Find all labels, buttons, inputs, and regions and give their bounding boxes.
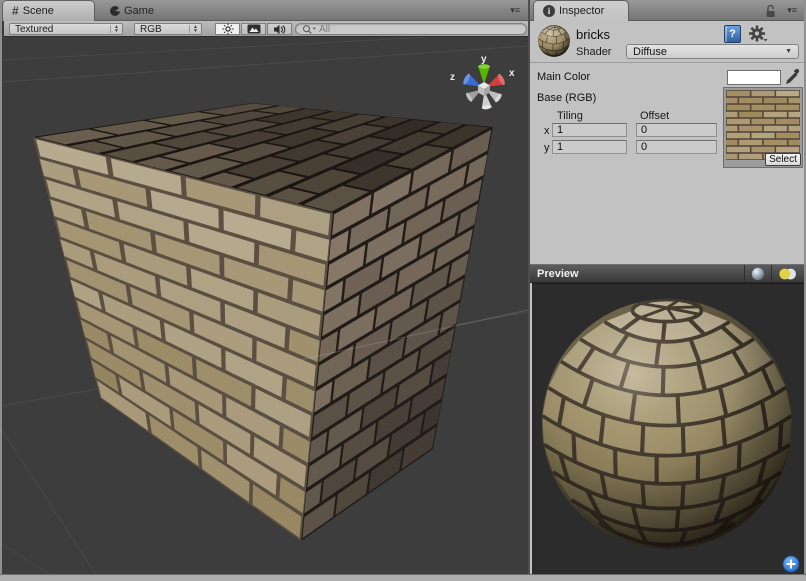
main-color-label: Main Color [537, 71, 590, 83]
tiling-row-x-label: x [544, 125, 550, 137]
scene-panel-menu-icon[interactable]: ▾≡ [510, 6, 520, 15]
preview-title: Preview [530, 268, 579, 280]
preview-header[interactable]: Preview [530, 264, 804, 283]
tab-scene[interactable]: # Scene [2, 0, 95, 21]
gizmo-z-label: z [450, 72, 455, 83]
info-icon: i [543, 5, 555, 17]
add-button[interactable] [782, 555, 800, 573]
sphere-icon [751, 267, 765, 281]
brick-texture-image [726, 90, 800, 160]
window-border-bottom [0, 574, 806, 581]
preview-area[interactable] [532, 283, 804, 574]
draw-mode-dropdown[interactable]: Textured ▲▼ [9, 23, 123, 35]
tiling-header: Tiling [557, 110, 583, 122]
material-name: bricks [576, 27, 610, 42]
gear-menu-button[interactable] [748, 25, 768, 43]
inspector-panel-menu-icon[interactable]: ▾≡ [787, 6, 797, 15]
scene-panel: # Scene Game ▾≡ Textured ▲▼ RGB ▲▼ [2, 0, 528, 574]
shader-value: Diffuse [633, 46, 667, 58]
gizmo-y-label: y [481, 54, 487, 65]
orientation-gizmo[interactable]: y x z [446, 51, 522, 127]
eyedropper-icon[interactable] [785, 67, 801, 85]
shader-label: Shader [576, 46, 611, 58]
scene-grid-icon: # [12, 4, 19, 18]
unity-editor-window: # Scene Game ▾≡ Textured ▲▼ RGB ▲▼ [0, 0, 806, 581]
texture-select-button[interactable]: Select [765, 153, 801, 166]
material-sphere-icon [537, 24, 571, 58]
shader-dropdown[interactable]: Diffuse ▼ [626, 44, 799, 59]
offset-y-field[interactable]: 0 [636, 140, 717, 154]
scene-search-input[interactable]: All [295, 23, 527, 35]
preview-mesh-button[interactable] [744, 265, 771, 282]
lighting-toggle-button[interactable] [215, 23, 240, 35]
color-mode-value: RGB [140, 24, 162, 35]
tiling-y-field[interactable]: 1 [552, 140, 627, 154]
scene-viewport[interactable]: y x z [2, 37, 528, 574]
preview-lighting-button[interactable] [771, 265, 804, 282]
tab-inspector-label: Inspector [559, 5, 604, 17]
tiling-row-y-label: y [544, 142, 550, 154]
gizmo-x-label: x [509, 68, 515, 79]
search-icon [302, 24, 317, 35]
gizmo-y-cone[interactable] [478, 64, 490, 84]
main-color-swatch[interactable] [727, 70, 781, 85]
gear-dropdown-caret [764, 39, 768, 42]
base-texture-thumbnail[interactable]: Select [723, 87, 803, 168]
header-separator [530, 62, 804, 63]
help-button[interactable]: ? [724, 25, 741, 43]
material-header: bricks Shader Diffuse ▼ ? [530, 21, 804, 62]
audio-toggle-button[interactable] [267, 23, 292, 35]
offset-x-field[interactable]: 0 [636, 123, 717, 137]
speaker-icon [273, 24, 286, 35]
inspector-panel: i Inspector ▾≡ bricks Shader Diffuse ▼ ? [530, 0, 804, 574]
updown-arrows-icon: ▲▼ [189, 25, 201, 33]
skybox-toggle-button[interactable] [241, 23, 266, 35]
scene-tabbar: # Scene Game ▾≡ [2, 0, 528, 21]
offset-header: Offset [640, 110, 669, 122]
tab-inspector[interactable]: i Inspector [533, 0, 629, 21]
inspector-tabbar: i Inspector ▾≡ [530, 0, 804, 21]
game-icon [110, 6, 120, 16]
base-rgb-label: Base (RGB) [537, 92, 596, 104]
preview-sphere [532, 284, 804, 575]
help-question-icon: ? [729, 28, 736, 40]
updown-arrows-icon: ▲▼ [110, 25, 122, 33]
lights-icon [778, 267, 798, 281]
search-placeholder: All [319, 24, 330, 35]
draw-mode-value: Textured [15, 24, 53, 35]
image-icon [247, 24, 261, 34]
window-border-left [0, 0, 2, 574]
lock-icon[interactable] [764, 4, 777, 18]
tab-scene-label: Scene [23, 5, 54, 17]
tiling-x-field[interactable]: 1 [552, 123, 627, 137]
chevron-down-icon: ▼ [785, 48, 798, 55]
gizmo-center-cube[interactable] [478, 82, 490, 96]
scene-toolbar: Textured ▲▼ RGB ▲▼ [4, 21, 530, 37]
tab-game-label: Game [124, 5, 154, 17]
color-mode-dropdown[interactable]: RGB ▲▼ [134, 23, 202, 35]
sun-icon [222, 23, 234, 35]
tab-game[interactable]: Game [110, 0, 154, 21]
